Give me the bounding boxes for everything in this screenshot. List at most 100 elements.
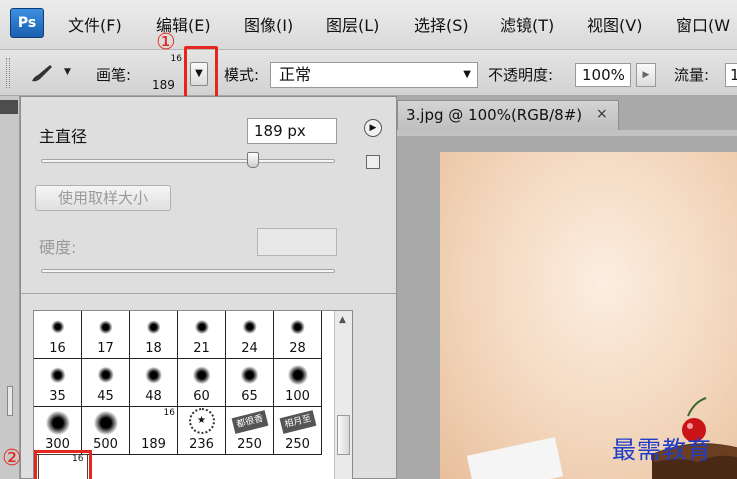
hardness-slider-track[interactable] [41, 269, 335, 273]
toolbox-strip [0, 96, 20, 479]
preset-size-label: 100 [285, 389, 310, 404]
menu-file[interactable]: 文件(F) [68, 12, 122, 36]
scroll-thumb[interactable] [337, 415, 350, 455]
use-sample-size-button[interactable]: 使用取样大小 [35, 185, 171, 211]
tool-preset-arrow-icon[interactable]: ▼ [64, 67, 71, 77]
brush-tip-icon [45, 411, 70, 435]
brush-preset-cell[interactable]: 17 [82, 311, 130, 359]
brush-preview[interactable]: 16 189 [148, 54, 184, 92]
opacity-label: 不透明度: [488, 66, 554, 84]
diameter-slider-thumb[interactable] [246, 152, 259, 168]
preset-size-label: 250 [237, 437, 262, 452]
brush-preset-cell[interactable]: 60 [178, 359, 226, 407]
brush-tip-icon [290, 319, 305, 335]
brush-label: 画笔: [96, 66, 132, 84]
chevron-down-icon: ▼ [463, 69, 471, 80]
preset-size-label: 189 [141, 437, 166, 452]
brush-preset-cell[interactable]: 28 [274, 311, 322, 359]
options-bar: ▼ 画笔: 16 189 ▼ 模式: 正常 ▼ 不透明度: 100% ▶ 流量:… [0, 50, 737, 96]
brush-preset-cell[interactable]: 45 [82, 359, 130, 407]
brush-preset-cell[interactable]: ★ 236 [178, 407, 226, 455]
annotation-marker-1: ① [156, 30, 176, 55]
hardness-input[interactable] [257, 228, 337, 256]
preset-size-label: 65 [241, 389, 258, 404]
preset-size-label: 17 [97, 341, 114, 356]
preset-size-label: 16 [49, 341, 66, 356]
hardness-label: 硬度: [39, 238, 77, 257]
preset-size-label: 60 [193, 389, 210, 404]
diameter-input[interactable]: 189 px [247, 118, 337, 144]
preset-size-label: 35 [49, 389, 66, 404]
opacity-input[interactable]: 100% [575, 63, 631, 87]
brush-preset-cell[interactable]: 都很香 250 [226, 407, 274, 455]
menu-image[interactable]: 图像(I) [244, 12, 293, 36]
preset-size-label: 236 [189, 437, 214, 452]
brush-tip-icon [145, 366, 162, 384]
brush-preset-cell[interactable]: 18 [130, 311, 178, 359]
brush-preset-cell[interactable]: 48 [130, 359, 178, 407]
diameter-label: 主直径 [39, 127, 88, 146]
close-icon[interactable]: × [596, 106, 608, 122]
mode-value: 正常 [279, 65, 312, 84]
brush-preset-cell[interactable]: 500 [82, 407, 130, 455]
menu-window[interactable]: 窗口(W [676, 12, 730, 36]
brush-tip-icon [240, 366, 259, 384]
brush-tip-icon [49, 367, 66, 383]
brush-preset-cell[interactable]: 相月至 250 [274, 407, 322, 455]
preset-size-label: 21 [193, 341, 210, 356]
panel-menu-arrow-icon[interactable]: ▶ [364, 119, 382, 137]
preset-size-label: 48 [145, 389, 162, 404]
brush-preset-cell[interactable]: 100 [274, 359, 322, 407]
brush-preset-cell[interactable]: 300 [34, 407, 82, 455]
brush-tool-icon[interactable] [28, 62, 54, 84]
brush-preview-mini: 16 [170, 54, 182, 64]
toolbox-tab[interactable] [0, 100, 18, 114]
brush-preset-cell[interactable]: 21 [178, 311, 226, 359]
brush-tip-icon [93, 411, 118, 435]
new-preset-icon[interactable] [366, 155, 380, 169]
stamp-brush-icon: 都很香 [231, 410, 268, 434]
scroll-up-icon[interactable]: ▲ [339, 315, 346, 325]
menu-filter[interactable]: 滤镜(T) [500, 12, 554, 36]
annotation-box-2 [34, 450, 92, 479]
brush-preset-cell[interactable]: 16 189 [130, 407, 178, 455]
document-tab-title: 3.jpg @ 100%(RGB/8#) [406, 106, 583, 124]
diameter-slider-track[interactable] [41, 159, 335, 163]
flow-label: 流量: [674, 66, 710, 84]
brush-tip-icon [192, 366, 211, 384]
watermark-text: 最需教育 [612, 436, 712, 464]
menu-layer[interactable]: 图层(L) [326, 12, 379, 36]
document-tab[interactable]: 3.jpg @ 100%(RGB/8#) [397, 100, 619, 130]
brush-tip-icon [287, 365, 308, 385]
preset-size-label: 45 [97, 389, 114, 404]
preset-size-label: 18 [145, 341, 162, 356]
preset-size-label: 250 [285, 437, 310, 452]
opacity-slider-arrow-icon[interactable]: ▶ [636, 63, 656, 87]
brush-preset-cell[interactable]: 65 [226, 359, 274, 407]
photoshop-logo[interactable]: Ps [10, 8, 44, 38]
preset-size-label: 28 [289, 341, 306, 356]
brush-preset-cell[interactable]: 16 [34, 311, 82, 359]
brush-preset-cell[interactable]: 35 [34, 359, 82, 407]
menu-bar: Ps 文件(F) 编辑(E) 图像(I) 图层(L) 选择(S) 滤镜(T) 视… [0, 0, 737, 50]
menu-select[interactable]: 选择(S) [414, 12, 469, 36]
brush-tip-icon [146, 320, 161, 334]
brush-tip-icon [242, 319, 257, 335]
mode-label: 模式: [224, 66, 260, 84]
toolbox-handle[interactable] [7, 386, 13, 416]
brush-tip-icon [50, 320, 65, 334]
options-grip[interactable] [6, 58, 10, 88]
mode-select[interactable]: 正常 ▼ [270, 62, 478, 88]
annotation-marker-2: ② [2, 446, 22, 471]
brush-tip-icon [98, 320, 113, 334]
preset-size-label: 24 [241, 341, 258, 356]
brush-preset-cell[interactable]: 24 [226, 311, 274, 359]
preset-scrollbar[interactable]: ▲ [334, 311, 352, 479]
brush-preview-size: 189 [152, 78, 175, 92]
brush-picker-panel: 主直径 189 px ▶ 使用取样大小 硬度: 16 17 18 21 24 28 35 45… [20, 96, 397, 479]
flow-input[interactable]: 1 [725, 63, 737, 87]
menu-view[interactable]: 视图(V) [587, 12, 642, 36]
stamp-brush-icon: 相月至 [279, 410, 316, 434]
panel-divider [21, 293, 396, 294]
star-brush-icon: ★ [188, 408, 215, 434]
